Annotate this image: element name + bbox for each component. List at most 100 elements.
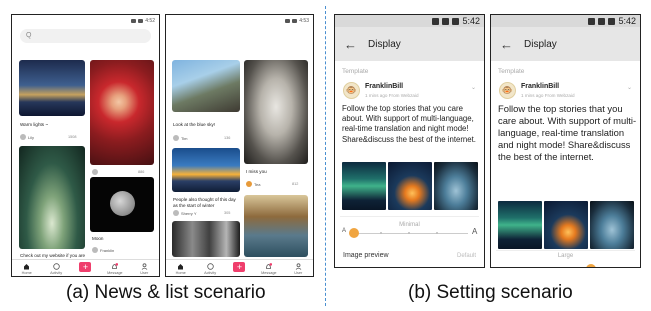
tab-message[interactable]: Message xyxy=(104,263,126,275)
home-icon xyxy=(177,263,184,270)
battery-icon xyxy=(608,17,616,25)
section-label-template: Template xyxy=(342,68,369,75)
wifi-icon xyxy=(588,17,596,25)
big-a-label: A xyxy=(472,227,478,236)
card-author: Lily xyxy=(20,134,34,140)
like-count: 305 xyxy=(224,211,231,215)
phone-news-feed-2: 4:53 Look at the blue sky! Tim 136 Peopl… xyxy=(165,14,314,277)
status-bar: 4:53 xyxy=(166,15,313,26)
font-size-slider-track[interactable] xyxy=(352,233,468,234)
chevron-down-icon[interactable]: ⌄ xyxy=(471,84,476,91)
card-image-sunset[interactable] xyxy=(172,148,240,192)
page-title: Display xyxy=(524,38,557,50)
section-label-template: Template xyxy=(498,68,525,75)
post-image-aurora[interactable] xyxy=(498,201,542,249)
tab-user[interactable]: User xyxy=(287,263,309,275)
page-title: Display xyxy=(368,38,401,50)
tab-home[interactable]: Home xyxy=(170,263,192,275)
image-preview-setting[interactable]: Image preview xyxy=(343,252,389,259)
compass-icon xyxy=(206,263,214,270)
search-input[interactable]: Q xyxy=(20,29,151,43)
tab-activity[interactable]: Activity xyxy=(45,263,67,275)
avatar: 🐵 xyxy=(499,82,516,99)
bottom-tab-bar: Home Activity + Message User xyxy=(12,259,159,276)
back-arrow-icon[interactable]: ← xyxy=(344,37,360,52)
card-image-forest[interactable] xyxy=(19,146,85,249)
caption-setting: (b) Setting scenario xyxy=(408,282,573,303)
image-preview-value[interactable]: Default xyxy=(457,253,476,259)
phone-news-feed-1: 4:52 Q Warm lights ~ Lily 1508 Check out… xyxy=(11,14,160,277)
font-size-slider-knob[interactable] xyxy=(349,228,359,238)
card-title: I miss you xyxy=(246,169,267,174)
battery-icon xyxy=(452,17,460,25)
card-image-market[interactable] xyxy=(172,221,240,257)
status-bar: 4:52 xyxy=(12,15,159,26)
post-meta: 1 mins ago From Webzaid xyxy=(521,93,575,98)
font-size-slider-knob[interactable] xyxy=(586,264,596,267)
card-title: Look at the blue sky! xyxy=(173,122,216,127)
bottom-tab-bar: Home Activity + Message User xyxy=(166,259,313,276)
bell-icon xyxy=(111,263,119,270)
phone-display-settings-1: 5:42 ← Display Template 🐵 FranklinBill 1… xyxy=(334,14,485,268)
post-image-tent[interactable] xyxy=(388,162,432,210)
airplane-icon xyxy=(442,17,450,25)
card-image-lion-statue[interactable] xyxy=(244,60,308,164)
wifi-icon xyxy=(131,18,137,23)
card-title: Warm lights ~ xyxy=(20,122,49,127)
post-body: Follow the top stories that you care abo… xyxy=(498,103,637,162)
post-image-aurora[interactable] xyxy=(342,162,386,210)
like-count: 1508 xyxy=(68,135,77,139)
avatar xyxy=(20,134,26,140)
avatar xyxy=(92,247,98,253)
avatar xyxy=(173,135,179,141)
avatar xyxy=(173,210,179,216)
status-time: 5:42 xyxy=(462,16,480,26)
status-time: 4:53 xyxy=(299,17,309,24)
tab-user[interactable]: User xyxy=(133,263,155,275)
wifi-icon xyxy=(432,17,440,25)
tab-create[interactable]: + xyxy=(228,262,250,275)
post-image-car[interactable] xyxy=(434,162,478,210)
card-image-street[interactable] xyxy=(172,60,240,112)
author-name: FranklinBill xyxy=(365,83,404,90)
tab-activity[interactable]: Activity xyxy=(199,263,221,275)
card-title: People also thought of this day as the s… xyxy=(173,197,236,208)
post-body: Follow the top stories that you care abo… xyxy=(342,104,476,144)
status-time: 4:52 xyxy=(145,17,155,24)
slider-tick xyxy=(380,232,382,234)
avatar: 🐵 xyxy=(343,82,360,99)
app-bar: ← Display xyxy=(491,27,640,61)
app-bar: ← Display xyxy=(335,27,484,61)
card-image-portrait[interactable] xyxy=(90,60,154,165)
back-arrow-icon[interactable]: ← xyxy=(500,37,516,52)
card-image-canal-town[interactable] xyxy=(244,195,308,257)
status-bar: 5:42 xyxy=(335,15,484,27)
chevron-down-icon[interactable]: ⌄ xyxy=(627,84,632,91)
tab-create[interactable]: + xyxy=(74,262,96,275)
card-title: Moon xyxy=(92,236,104,241)
moon-shape xyxy=(110,191,135,216)
plus-icon: + xyxy=(79,262,92,272)
slider-tick xyxy=(436,232,438,234)
tab-message[interactable]: Message xyxy=(258,263,280,275)
card-author: Franklin xyxy=(92,247,114,253)
battery-icon xyxy=(292,18,298,23)
caption-news-list: (a) News & list scenario xyxy=(66,282,266,303)
font-size-label: Large xyxy=(557,253,574,259)
dashed-divider xyxy=(325,6,326,306)
avatar xyxy=(92,169,98,175)
post-meta: 1 mins ago From Webzaid xyxy=(365,93,419,98)
post-image-car[interactable] xyxy=(590,201,634,249)
avatar xyxy=(246,181,252,187)
user-icon xyxy=(141,263,148,270)
status-bar: 5:42 xyxy=(491,15,640,27)
card-image-lake[interactable] xyxy=(19,60,85,116)
post-image-tent[interactable] xyxy=(544,201,588,249)
author-name: FranklinBill xyxy=(521,83,560,90)
bell-icon xyxy=(265,263,273,270)
battery-icon xyxy=(138,18,144,23)
tab-home[interactable]: Home xyxy=(16,263,38,275)
card-author xyxy=(92,169,98,175)
like-count: 812 xyxy=(292,182,299,186)
phone-display-settings-2: 5:42 ← Display Template 🐵 FranklinBill 1… xyxy=(490,14,641,268)
